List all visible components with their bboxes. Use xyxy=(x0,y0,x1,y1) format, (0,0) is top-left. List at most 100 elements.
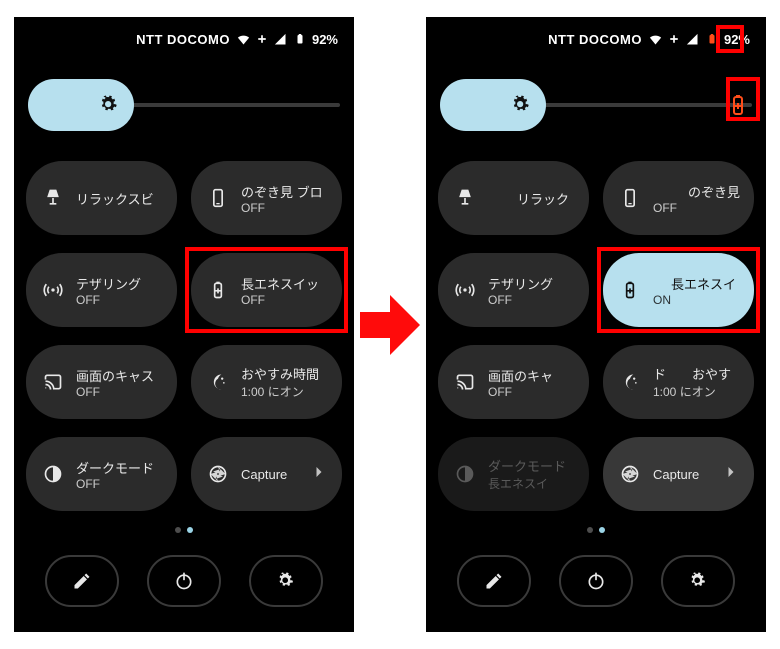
hotspot-icon xyxy=(454,280,476,300)
battery-status-icon xyxy=(706,31,718,47)
tile-label: テザリング xyxy=(76,274,163,293)
moon-icon xyxy=(619,372,641,392)
bottom-actions xyxy=(14,555,354,607)
hotspot-icon xyxy=(42,280,64,300)
lamp-icon xyxy=(42,188,64,208)
tile-sub: OFF xyxy=(76,293,163,307)
battery-plus-icon xyxy=(207,280,229,300)
tile-sub: 1:00 にオン xyxy=(653,383,740,400)
tile-sub: OFF xyxy=(653,201,740,215)
page-dot-active[interactable] xyxy=(187,527,193,533)
tile-sub: OFF xyxy=(488,385,575,399)
tile-bedtime[interactable]: ド おやす 1:00 にオン xyxy=(603,345,754,419)
tile-sub: OFF xyxy=(76,385,163,399)
tile-label: 画面のキャス xyxy=(76,366,163,385)
phone-before: NTT DOCOMO 92% リラックスビ のぞき見 ブ xyxy=(14,17,354,632)
tile-relax-view[interactable]: リラックスビ xyxy=(26,161,177,235)
tile-sub: OFF xyxy=(241,201,328,215)
tile-cast[interactable]: 画面のキャ OFF xyxy=(438,345,589,419)
tile-label: おやすみ時間 xyxy=(241,364,328,383)
tile-relax-view[interactable]: リラック xyxy=(438,161,589,235)
tile-sub: 1:00 にオン xyxy=(241,383,328,400)
tile-peek-block[interactable]: のぞき見 ブロ OFF xyxy=(191,161,342,235)
tile-label: リラックスビ xyxy=(76,189,163,208)
bottom-actions xyxy=(426,555,766,607)
tile-cast[interactable]: 画面のキャス OFF xyxy=(26,345,177,419)
phone-screen-icon xyxy=(619,188,641,208)
contrast-icon xyxy=(42,464,64,484)
moon-icon xyxy=(207,372,229,392)
settings-button[interactable] xyxy=(249,555,323,607)
tile-sub: 長エネスイ xyxy=(488,475,575,492)
gear-icon xyxy=(98,94,120,116)
tile-label: のぞき見 ブロ xyxy=(241,182,328,201)
settings-button[interactable] xyxy=(661,555,735,607)
carrier-label: NTT DOCOMO xyxy=(548,32,642,47)
battery-pct: 92% xyxy=(312,32,338,47)
wifi-icon xyxy=(648,32,663,47)
cast-icon xyxy=(454,372,476,392)
carrier-label: NTT DOCOMO xyxy=(136,32,230,47)
battery-status-icon xyxy=(294,31,306,47)
wifi-icon xyxy=(236,32,251,47)
battery-saver-indicator-icon xyxy=(726,89,750,121)
brightness-row xyxy=(14,61,354,141)
tile-bedtime[interactable]: おやすみ時間 1:00 にオン xyxy=(191,345,342,419)
tile-tethering[interactable]: テザリング OFF xyxy=(26,253,177,327)
lamp-icon xyxy=(454,188,476,208)
brightness-settings-button[interactable] xyxy=(28,79,134,131)
tile-label: リラック xyxy=(488,189,575,208)
gear-icon xyxy=(510,94,532,116)
edit-button[interactable] xyxy=(45,555,119,607)
tile-dark-mode[interactable]: ダークモード OFF xyxy=(26,437,177,511)
tile-label: Capture xyxy=(653,467,726,482)
cast-icon xyxy=(42,372,64,392)
tile-label: テザリング xyxy=(488,274,575,293)
tile-capture[interactable]: Capture xyxy=(191,437,342,511)
phone-after: NTT DOCOMO 92% リラック xyxy=(426,17,766,632)
brightness-slider[interactable] xyxy=(542,103,752,107)
qs-tiles: リラック のぞき見 OFF テザリング OFF 長エネ xyxy=(426,141,766,511)
page-dot-active[interactable] xyxy=(599,527,605,533)
power-button[interactable] xyxy=(147,555,221,607)
phone-screen-icon xyxy=(207,188,229,208)
tile-label: 長エネスイッ xyxy=(241,274,328,293)
aperture-icon xyxy=(619,464,641,484)
contrast-icon xyxy=(454,464,476,484)
page-indicator xyxy=(426,527,766,533)
tile-peek-block[interactable]: のぞき見 OFF xyxy=(603,161,754,235)
plus-icon xyxy=(669,34,679,44)
status-bar: NTT DOCOMO 92% xyxy=(14,17,354,61)
brightness-slider[interactable] xyxy=(130,103,340,107)
tile-tethering[interactable]: テザリング OFF xyxy=(438,253,589,327)
tile-sub: OFF xyxy=(488,293,575,307)
plus-icon xyxy=(257,34,267,44)
aperture-icon xyxy=(207,464,229,484)
tile-sub: ON xyxy=(653,293,740,307)
status-bar: NTT DOCOMO 92% xyxy=(426,17,766,61)
tile-capture[interactable]: Capture xyxy=(603,437,754,511)
qs-tiles: リラックスビ のぞき見 ブロ OFF テザリング OFF xyxy=(14,141,354,511)
page-dot[interactable] xyxy=(175,527,181,533)
page-dot[interactable] xyxy=(587,527,593,533)
chevron-right-icon xyxy=(314,465,328,484)
tile-battery-saver[interactable]: 長エネスイッ OFF xyxy=(191,253,342,327)
power-button[interactable] xyxy=(559,555,633,607)
edit-button[interactable] xyxy=(457,555,531,607)
tile-label: ド おやす xyxy=(653,364,740,383)
tile-sub: OFF xyxy=(76,477,163,491)
battery-plus-icon xyxy=(619,280,641,300)
tile-label: のぞき見 xyxy=(653,182,740,201)
brightness-row xyxy=(426,61,766,141)
tile-label: ダークモード xyxy=(488,456,575,475)
brightness-settings-button[interactable] xyxy=(440,79,546,131)
chevron-right-icon xyxy=(726,465,740,484)
page-indicator xyxy=(14,527,354,533)
battery-pct: 92% xyxy=(724,32,750,47)
cell-signal-icon xyxy=(273,32,288,47)
transition-arrow xyxy=(360,290,420,360)
tile-sub: OFF xyxy=(241,293,328,307)
tile-label: 画面のキャ xyxy=(488,366,575,385)
tile-battery-saver[interactable]: 長エネスイ ON xyxy=(603,253,754,327)
tile-dark-mode[interactable]: ダークモード 長エネスイ xyxy=(438,437,589,511)
